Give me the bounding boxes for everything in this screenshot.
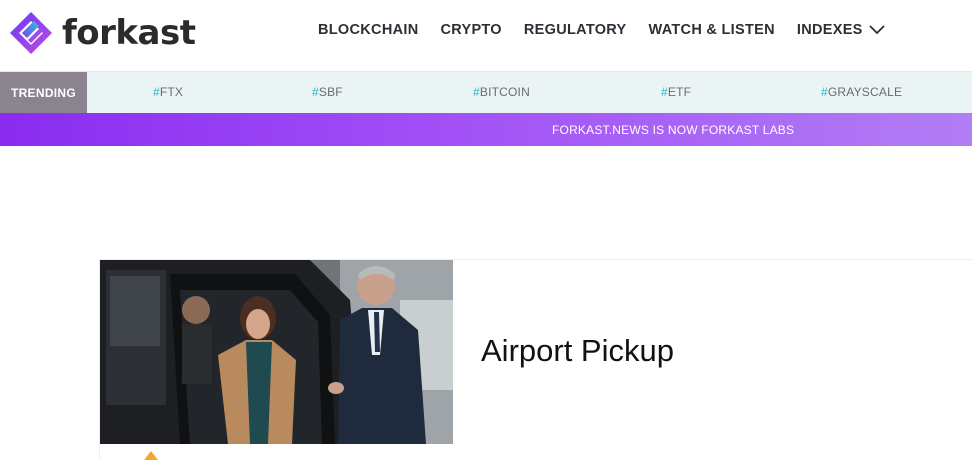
car-scene-illustration [100, 260, 453, 444]
article-title[interactable]: Airport Pickup [481, 333, 674, 369]
nav-item-indexes[interactable]: INDEXES [797, 22, 886, 38]
trending-tag-bitcoin[interactable]: #BITCOIN [473, 85, 530, 99]
hash-symbol: # [661, 85, 668, 99]
hash-symbol: # [473, 85, 480, 99]
nav-item-blockchain[interactable]: BLOCKCHAIN [318, 22, 418, 38]
brand-name: forkast [62, 13, 196, 53]
hash-symbol: # [153, 85, 160, 99]
banner-text: FORKAST.NEWS IS NOW FORKAST LABS [552, 123, 795, 137]
trending-label: TRENDING [0, 72, 87, 113]
main-nav: BLOCKCHAIN CRYPTO REGULATORY WATCH & LIS… [318, 22, 886, 38]
forkast-logo-icon [10, 12, 52, 54]
trending-tag-ftx[interactable]: #FTX [153, 85, 183, 99]
nav-item-watch-listen[interactable]: WATCH & LISTEN [649, 22, 775, 38]
trending-tag-text: ETF [667, 85, 692, 99]
hash-symbol: # [821, 85, 828, 99]
trending-tag-text: BITCOIN [479, 85, 530, 99]
trending-tag-grayscale[interactable]: #GRAYSCALE [821, 85, 902, 99]
trending-tag-etf[interactable]: #ETF [661, 85, 691, 99]
nav-item-crypto[interactable]: CRYPTO [440, 22, 501, 38]
announcement-banner[interactable]: FORKAST.NEWS IS NOW FORKAST LABS [0, 113, 972, 146]
trending-tag-text: FTX [159, 85, 184, 99]
chevron-down-icon [869, 25, 885, 35]
nav-item-regulatory[interactable]: REGULATORY [524, 22, 627, 38]
article-card[interactable]: Airport Pickup [99, 259, 972, 460]
nav-item-indexes-label: INDEXES [796, 22, 863, 38]
trending-tag-sbf[interactable]: #SBF [312, 85, 343, 99]
hash-symbol: # [312, 85, 319, 99]
trending-bar: TRENDING #FTX #SBF #BITCOIN #ETF #GRAYSC… [0, 71, 972, 113]
article-image[interactable] [100, 260, 453, 444]
logo[interactable]: forkast [8, 10, 196, 56]
site-header: forkast BLOCKCHAIN CRYPTO REGULATORY WAT… [0, 0, 972, 70]
trending-tag-text: GRAYSCALE [827, 85, 903, 99]
trending-tag-text: SBF [318, 85, 343, 99]
